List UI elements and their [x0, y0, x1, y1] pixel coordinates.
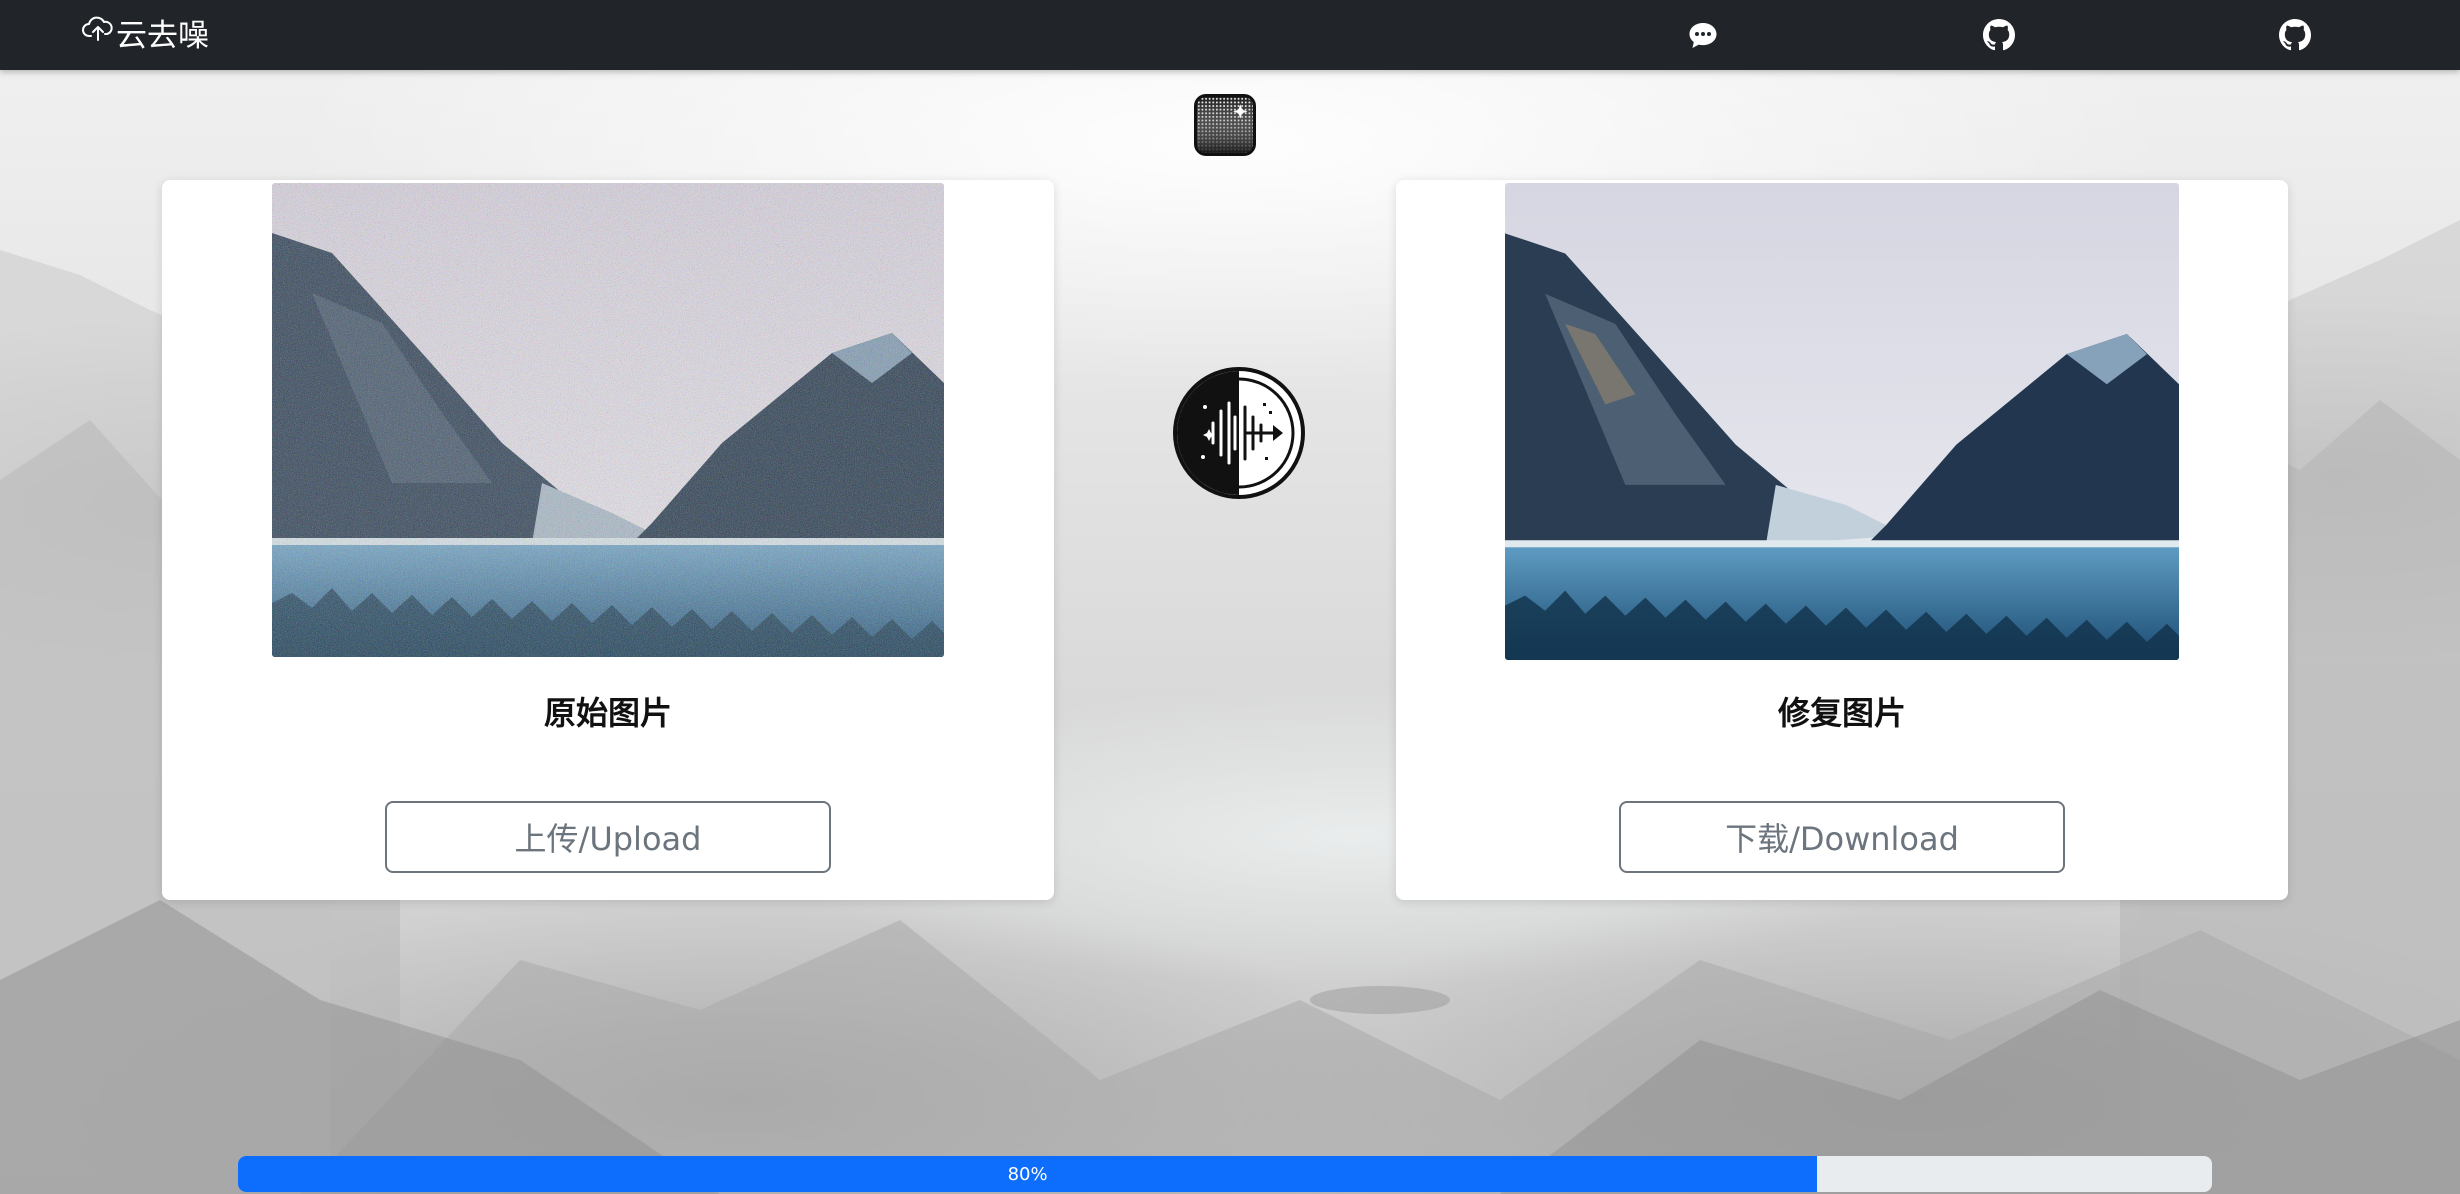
original-image: [272, 183, 944, 657]
brand-text: 云去噪: [116, 17, 209, 54]
restored-image-caption: 修复图片: [1777, 694, 1906, 732]
brand[interactable]: 云去噪: [82, 10, 209, 54]
download-button[interactable]: 下载/Download: [1619, 801, 2065, 873]
github-icon[interactable]: [1982, 18, 2016, 52]
restored-image: [1505, 183, 2179, 660]
top-navbar: 云去噪: [0, 0, 2460, 70]
app-logo-icon: [1194, 94, 1256, 156]
original-image-caption: 原始图片: [543, 694, 672, 732]
progress-bar-track: 80%: [238, 1156, 2212, 1192]
cloud-upload-icon: [82, 12, 114, 52]
progress-label: 80%: [1007, 1163, 1048, 1185]
restored-image-card: 修复图片 下载/Download: [1396, 180, 2288, 900]
progress-bar-fill: 80%: [238, 1156, 1818, 1192]
github-icon[interactable]: [2278, 18, 2312, 52]
chat-icon[interactable]: [1686, 18, 1720, 52]
original-image-card: 原始图片 上传/Upload: [162, 180, 1054, 900]
upload-button[interactable]: 上传/Upload: [385, 801, 831, 873]
denoise-logo-icon: [1173, 367, 1305, 499]
